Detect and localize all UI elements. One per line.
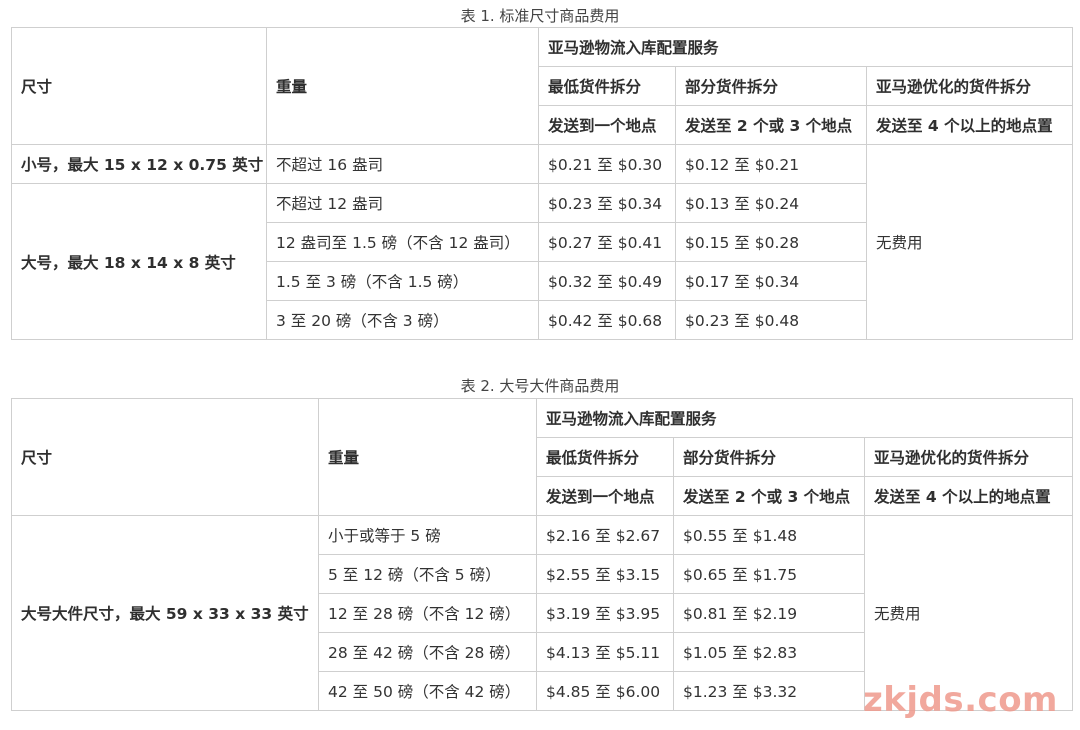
min-split-fee: $0.23 至 $0.34 [538,183,676,223]
table-header-row: 尺寸 重量 亚马逊物流入库配置服务 [11,27,1073,145]
header-four-plus-locations: 发送至 4 个以上的地点置 [864,476,1073,516]
partial-split-fee: $0.55 至 $1.48 [673,515,865,555]
size-small: 小号，最大 15 x 12 x 0.75 英寸 [11,144,267,184]
header-four-plus-locations: 发送至 4 个以上的地点置 [866,105,1073,145]
partial-split-fee: $0.23 至 $0.48 [675,300,867,340]
header-size: 尺寸 [11,398,319,516]
header-optimized-split: 亚马逊优化的货件拆分 [864,437,1073,477]
min-split-fee: $2.55 至 $3.15 [536,554,674,594]
weight-cell: 1.5 至 3 磅（不含 1.5 磅） [266,261,539,301]
standard-size-fee-table: 尺寸 重量 亚马逊物流入库配置服务 最低货件拆分 部分货件拆分 亚马逊优化的货件… [11,27,1073,340]
min-split-fee: $2.16 至 $2.67 [536,515,674,555]
partial-split-fee: $0.13 至 $0.24 [675,183,867,223]
large-bulky-fee-table: 尺寸 重量 亚马逊物流入库配置服务 最低货件拆分 部分货件拆分 亚马逊优化的货件… [11,398,1073,711]
partial-split-fee: $1.05 至 $2.83 [673,632,865,672]
partial-split-fee: $1.23 至 $3.32 [673,671,865,711]
min-split-fee: $3.19 至 $3.95 [536,593,674,633]
header-partial-split: 部分货件拆分 [673,437,865,477]
header-two-three-locations: 发送至 2 个或 3 个地点 [675,105,867,145]
optimized-split-fee: 无费用 [866,144,1073,340]
header-min-split: 最低货件拆分 [538,66,676,106]
size-large: 大号，最大 18 x 14 x 8 英寸 [11,183,267,340]
header-one-location: 发送到一个地点 [538,105,676,145]
weight-cell: 28 至 42 磅（不含 28 磅） [318,632,537,672]
table2-caption: 表 2. 大号大件商品费用 [460,377,620,395]
header-optimized-split: 亚马逊优化的货件拆分 [866,66,1073,106]
partial-split-fee: $0.12 至 $0.21 [675,144,867,184]
min-split-fee: $0.32 至 $0.49 [538,261,676,301]
table-row: 大号大件尺寸，最大 59 x 33 x 33 英寸 小于或等于 5 磅 $2.1… [11,515,1073,711]
header-weight: 重量 [318,398,537,516]
partial-split-fee: $0.15 至 $0.28 [675,222,867,262]
weight-cell: 12 盎司至 1.5 磅（不含 12 盎司） [266,222,539,262]
weight-cell: 5 至 12 磅（不含 5 磅） [318,554,537,594]
partial-split-fee: $0.81 至 $2.19 [673,593,865,633]
table1-caption: 表 1. 标准尺寸商品费用 [460,7,620,25]
header-service: 亚马逊物流入库配置服务 [536,398,1073,438]
weight-cell: 12 至 28 磅（不含 12 磅） [318,593,537,633]
table-row: 小号，最大 15 x 12 x 0.75 英寸 不超过 16 盎司 $0.21 … [11,144,1073,340]
partial-split-fee: $0.65 至 $1.75 [673,554,865,594]
watermark: zkjds.com [863,680,1058,720]
header-service: 亚马逊物流入库配置服务 [538,27,1073,67]
header-weight: 重量 [266,27,539,145]
header-two-three-locations: 发送至 2 个或 3 个地点 [673,476,865,516]
weight-cell: 42 至 50 磅（不含 42 磅） [318,671,537,711]
min-split-fee: $4.85 至 $6.00 [536,671,674,711]
header-size: 尺寸 [11,27,267,145]
weight-cell: 3 至 20 磅（不含 3 磅） [266,300,539,340]
header-one-location: 发送到一个地点 [536,476,674,516]
weight-cell: 小于或等于 5 磅 [318,515,537,555]
table-header-row: 尺寸 重量 亚马逊物流入库配置服务 [11,398,1073,516]
size-large-bulky: 大号大件尺寸，最大 59 x 33 x 33 英寸 [11,515,319,711]
partial-split-fee: $0.17 至 $0.34 [675,261,867,301]
weight-cell: 不超过 12 盎司 [266,183,539,223]
min-split-fee: $0.21 至 $0.30 [538,144,676,184]
min-split-fee: $0.27 至 $0.41 [538,222,676,262]
min-split-fee: $0.42 至 $0.68 [538,300,676,340]
header-partial-split: 部分货件拆分 [675,66,867,106]
min-split-fee: $4.13 至 $5.11 [536,632,674,672]
weight-cell: 不超过 16 盎司 [266,144,539,184]
header-min-split: 最低货件拆分 [536,437,674,477]
